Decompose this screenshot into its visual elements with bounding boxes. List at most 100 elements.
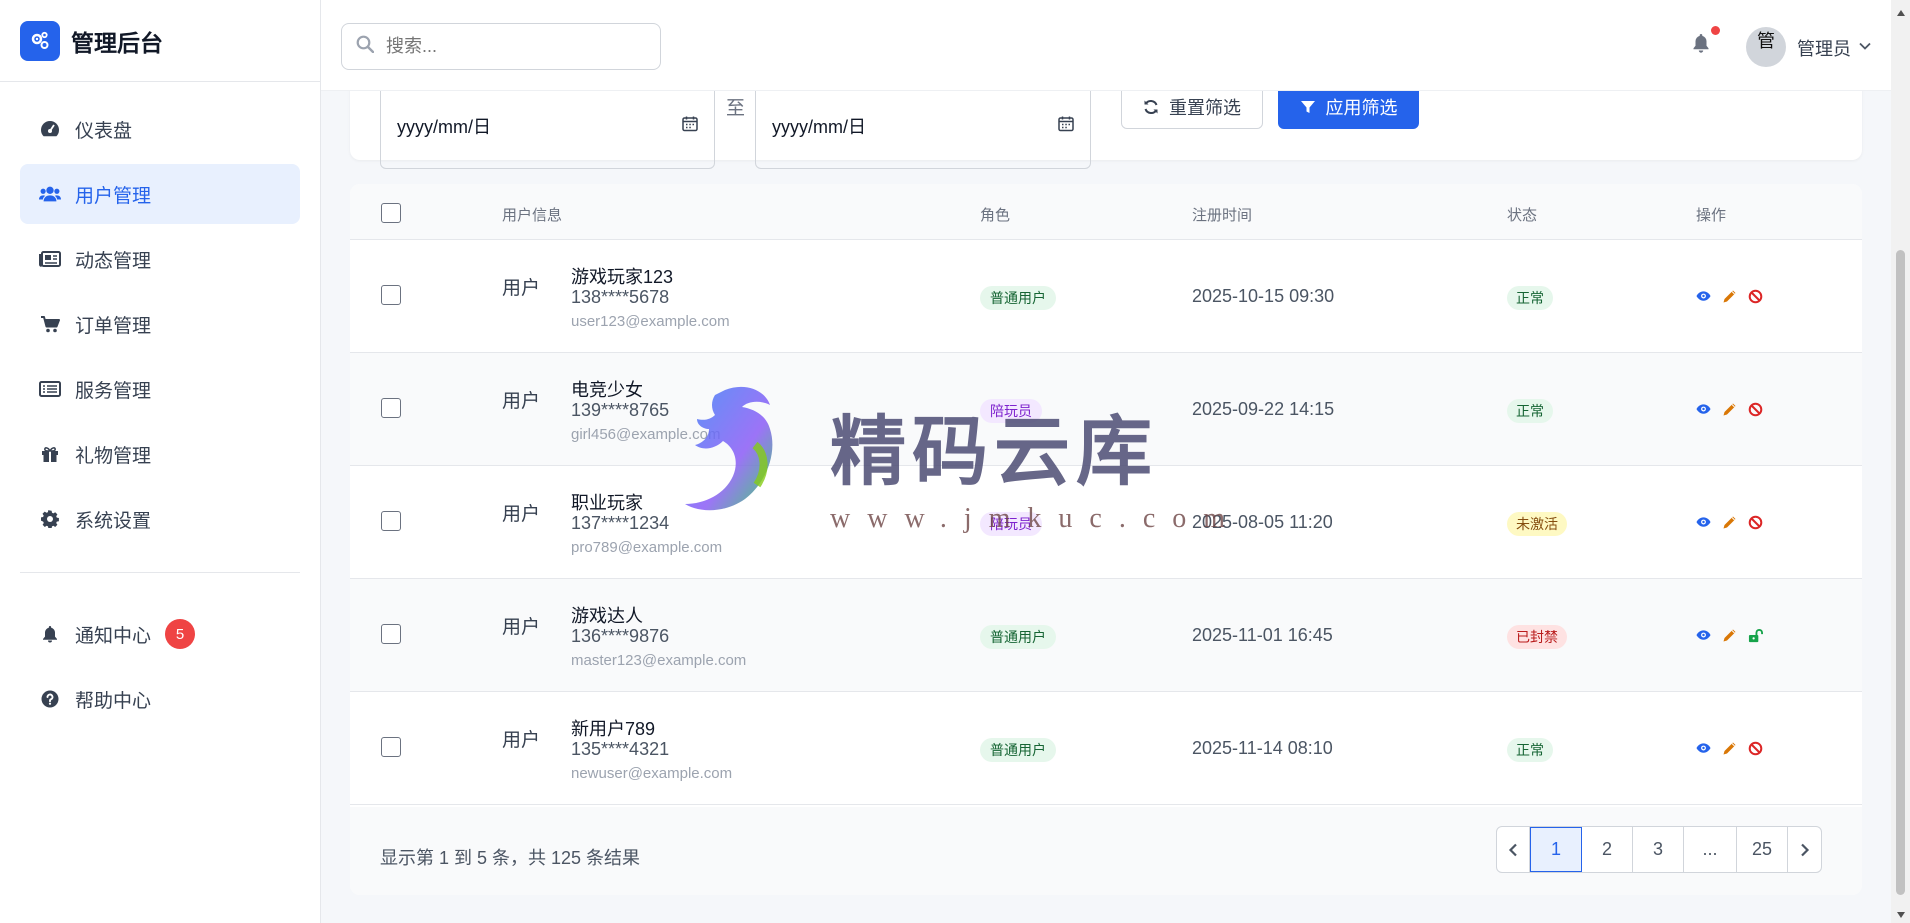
search-box[interactable]	[341, 23, 661, 70]
sidebar-item-settings[interactable]: 系统设置	[20, 489, 300, 549]
view-icon[interactable]	[1696, 740, 1711, 756]
edit-icon[interactable]	[1722, 740, 1737, 756]
sidebar-item-dashboard[interactable]: 仪表盘	[20, 99, 300, 159]
scroll-down-arrow-icon[interactable]	[1896, 906, 1906, 923]
sidebar-item-users[interactable]: 用户管理	[20, 164, 300, 224]
user-avatar: 用户	[502, 386, 556, 412]
next-page-button[interactable]	[1788, 827, 1821, 872]
registered-time: 2025-11-01 16:45	[1192, 625, 1333, 645]
table-header: 用户信息 角色 注册时间 状态 操作	[350, 184, 1862, 240]
brand-logo-icon	[20, 20, 60, 61]
sidebar-item-label: 帮助中心	[75, 690, 152, 712]
role-badge: 陪玩员	[980, 399, 1042, 423]
reset-filter-label: 重置筛选	[1169, 98, 1241, 118]
pagination-bar: 显示第 1 到 5 条，共 125 条结果 1 2 3 ... 25	[350, 807, 1862, 895]
notification-count-badge: 5	[165, 619, 196, 649]
role-badge: 普通用户	[980, 286, 1056, 310]
row-checkbox[interactable]	[381, 737, 401, 757]
status-badge: 正常	[1507, 286, 1553, 310]
date-range-separator: 至	[726, 98, 746, 119]
search-input[interactable]	[386, 36, 626, 57]
user-name: 游戏达人	[571, 606, 643, 626]
sidebar-item-posts[interactable]: 动态管理	[20, 229, 300, 289]
ban-icon[interactable]	[1748, 740, 1763, 756]
unlock-icon[interactable]	[1748, 627, 1763, 643]
registered-time: 2025-10-15 09:30	[1192, 286, 1335, 306]
edit-icon[interactable]	[1722, 627, 1737, 643]
user-phone: 139****8765	[571, 400, 670, 420]
status-badge: 未激活	[1507, 512, 1567, 536]
top-header: 管 管理员	[321, 0, 1891, 91]
column-header-status: 状态	[1507, 207, 1538, 224]
user-avatar: 用户	[502, 612, 556, 638]
sidebar-item-orders[interactable]: 订单管理	[20, 294, 300, 354]
search-icon	[356, 35, 375, 58]
row-checkbox[interactable]	[381, 285, 401, 305]
user-name: 游戏玩家123	[571, 267, 674, 287]
date-start-input[interactable]: yyyy/mm/日	[380, 83, 715, 169]
table-row: 用户 电竞少女 139****8765 girl456@example.com …	[350, 353, 1862, 466]
ban-icon[interactable]	[1748, 288, 1763, 304]
row-checkbox[interactable]	[381, 398, 401, 418]
edit-icon[interactable]	[1722, 288, 1737, 304]
user-email: newuser@example.com	[571, 765, 733, 782]
sidebar-nav: 仪表盘 用户管理 动态管理 订单管理 服务管理 礼物管理 系统设置 通知中心 5…	[0, 82, 320, 729]
ban-icon[interactable]	[1748, 514, 1763, 530]
user-name: 职业玩家	[571, 493, 643, 513]
chevron-left-icon	[1508, 843, 1517, 856]
sidebar-item-notifications[interactable]: 通知中心 5	[20, 604, 300, 664]
sidebar-item-label: 礼物管理	[75, 445, 152, 467]
page-scrollbar[interactable]	[1891, 0, 1910, 923]
row-actions	[1696, 514, 1763, 530]
apply-filter-button[interactable]: 应用筛选	[1278, 85, 1419, 129]
sidebar-item-label: 订单管理	[75, 315, 152, 337]
sidebar-item-label: 仪表盘	[75, 120, 133, 142]
sidebar-item-label: 用户管理	[75, 185, 152, 207]
newspaper-icon	[39, 248, 61, 270]
ban-icon[interactable]	[1748, 401, 1763, 417]
status-badge: 正常	[1507, 738, 1553, 762]
sidebar-item-label: 系统设置	[75, 510, 152, 532]
page-button-2[interactable]: 2	[1582, 827, 1633, 872]
row-checkbox[interactable]	[381, 624, 401, 644]
prev-page-button[interactable]	[1497, 827, 1530, 872]
registered-time: 2025-08-05 11:20	[1192, 512, 1333, 532]
table-row: 用户 游戏达人 136****9876 master123@example.co…	[350, 579, 1862, 692]
view-icon[interactable]	[1696, 627, 1711, 643]
scrollbar-thumb[interactable]	[1896, 250, 1905, 895]
scroll-up-arrow-icon[interactable]	[1896, 4, 1906, 22]
page-button-1[interactable]: 1	[1530, 827, 1582, 872]
user-avatar: 用户	[502, 725, 556, 751]
user-name: 新用户789	[571, 719, 656, 739]
view-icon[interactable]	[1696, 401, 1711, 417]
date-end-input[interactable]: yyyy/mm/日	[755, 83, 1091, 169]
row-actions	[1696, 288, 1763, 304]
view-icon[interactable]	[1696, 288, 1711, 304]
calendar-icon[interactable]	[682, 116, 698, 137]
reset-filter-button[interactable]: 重置筛选	[1121, 85, 1263, 129]
edit-icon[interactable]	[1722, 401, 1737, 417]
notification-bell-icon[interactable]	[1693, 33, 1709, 58]
sidebar-item-services[interactable]: 服务管理	[20, 359, 300, 419]
user-email: girl456@example.com	[571, 426, 721, 443]
admin-name[interactable]: 管理员	[1797, 35, 1851, 61]
chevron-down-icon[interactable]	[1858, 38, 1872, 56]
user-avatar: 用户	[502, 273, 556, 299]
list-icon	[39, 378, 61, 400]
pagination-info: 显示第 1 到 5 条，共 125 条结果	[380, 848, 641, 868]
page-button-3[interactable]: 3	[1633, 827, 1684, 872]
sidebar-item-help[interactable]: 帮助中心	[20, 669, 300, 729]
select-all-checkbox[interactable]	[381, 203, 401, 223]
page-button-25[interactable]: 25	[1737, 827, 1788, 872]
column-header-registered: 注册时间	[1192, 207, 1253, 224]
sidebar-item-label: 通知中心	[75, 625, 152, 647]
avatar[interactable]: 管	[1746, 27, 1786, 67]
row-checkbox[interactable]	[381, 511, 401, 531]
edit-icon[interactable]	[1722, 514, 1737, 530]
calendar-icon[interactable]	[1058, 116, 1074, 137]
chevron-right-icon	[1800, 843, 1809, 856]
sidebar-item-gifts[interactable]: 礼物管理	[20, 424, 300, 484]
view-icon[interactable]	[1696, 514, 1711, 530]
sidebar-item-label: 服务管理	[75, 380, 152, 402]
user-avatar: 用户	[502, 499, 556, 525]
